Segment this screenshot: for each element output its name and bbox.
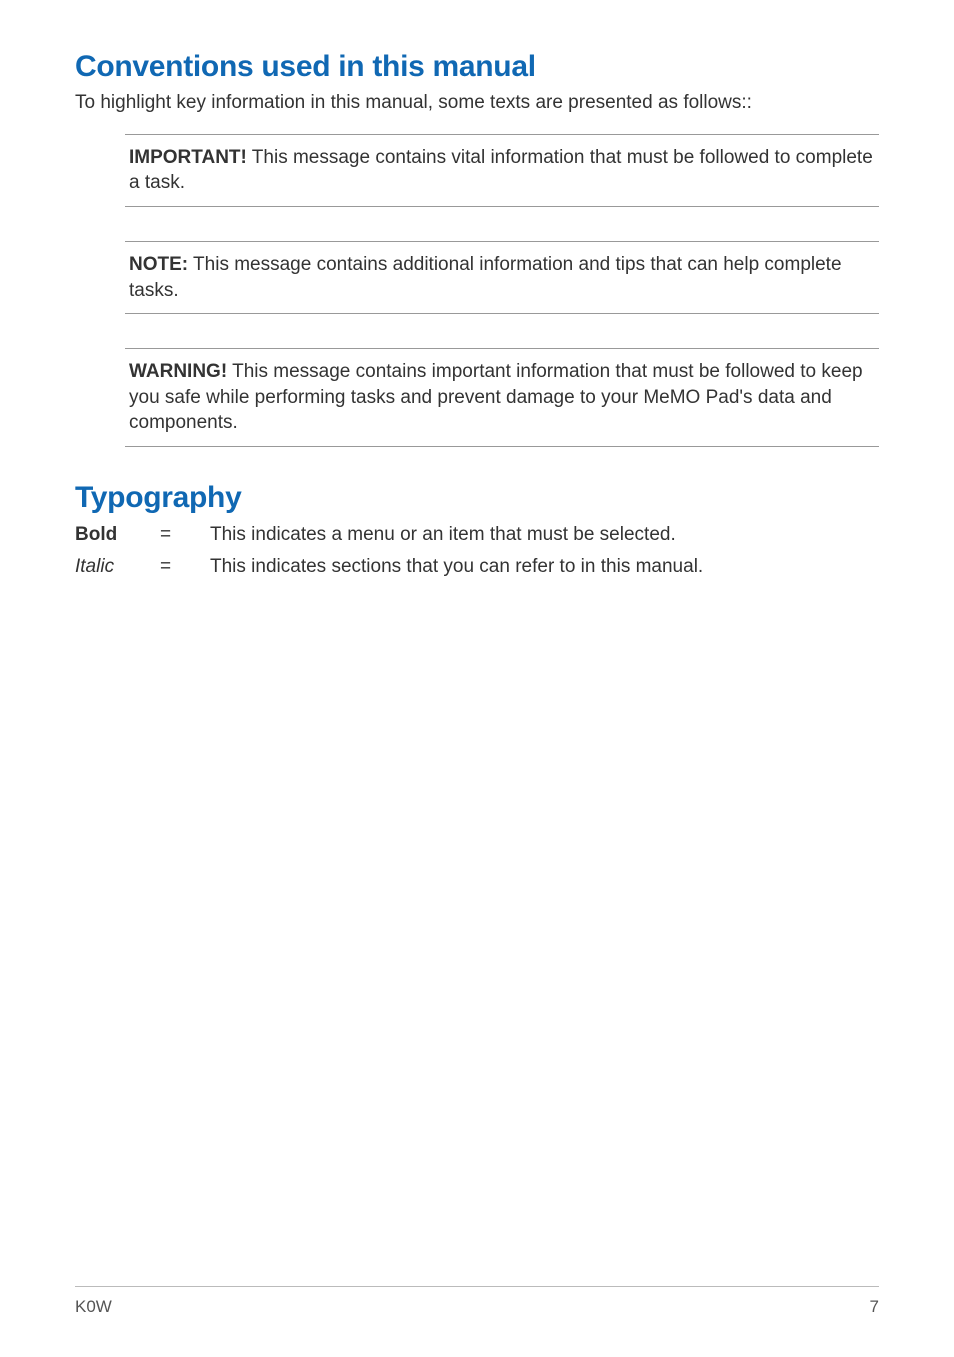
note-important: IMPORTANT! This message contains vital i…: [125, 134, 879, 207]
typography-row-italic: Italic = This indicates sections that yo…: [75, 553, 879, 581]
note-warning: WARNING! This message contains important…: [125, 348, 879, 447]
typography-bold-desc: This indicates a menu or an item that mu…: [210, 521, 879, 549]
typography-bold-equals: =: [160, 521, 210, 549]
typography-italic-desc: This indicates sections that you can ref…: [210, 553, 879, 581]
page-content: Conventions used in this manual To highl…: [75, 50, 879, 1286]
note-general: NOTE: This message contains additional i…: [125, 241, 879, 314]
note-warning-text: This message contains important informat…: [129, 361, 863, 433]
heading-typography: Typography: [75, 481, 879, 515]
typography-italic-equals: =: [160, 553, 210, 581]
section-typography: Typography Bold = This indicates a menu …: [75, 481, 879, 580]
typography-italic-label: Italic: [75, 553, 160, 581]
footer-model: K0W: [75, 1297, 112, 1317]
typography-table: Bold = This indicates a menu or an item …: [75, 521, 879, 580]
note-general-label: NOTE:: [129, 254, 188, 275]
page-footer: K0W 7: [75, 1286, 879, 1317]
note-important-label: IMPORTANT!: [129, 147, 247, 168]
heading-conventions: Conventions used in this manual: [75, 50, 879, 84]
typography-row-bold: Bold = This indicates a menu or an item …: [75, 521, 879, 549]
note-general-text: This message contains additional informa…: [129, 254, 842, 301]
note-warning-label: WARNING!: [129, 361, 227, 382]
footer-page-number: 7: [870, 1297, 879, 1317]
intro-text: To highlight key information in this man…: [75, 90, 879, 116]
typography-bold-label: Bold: [75, 521, 160, 549]
